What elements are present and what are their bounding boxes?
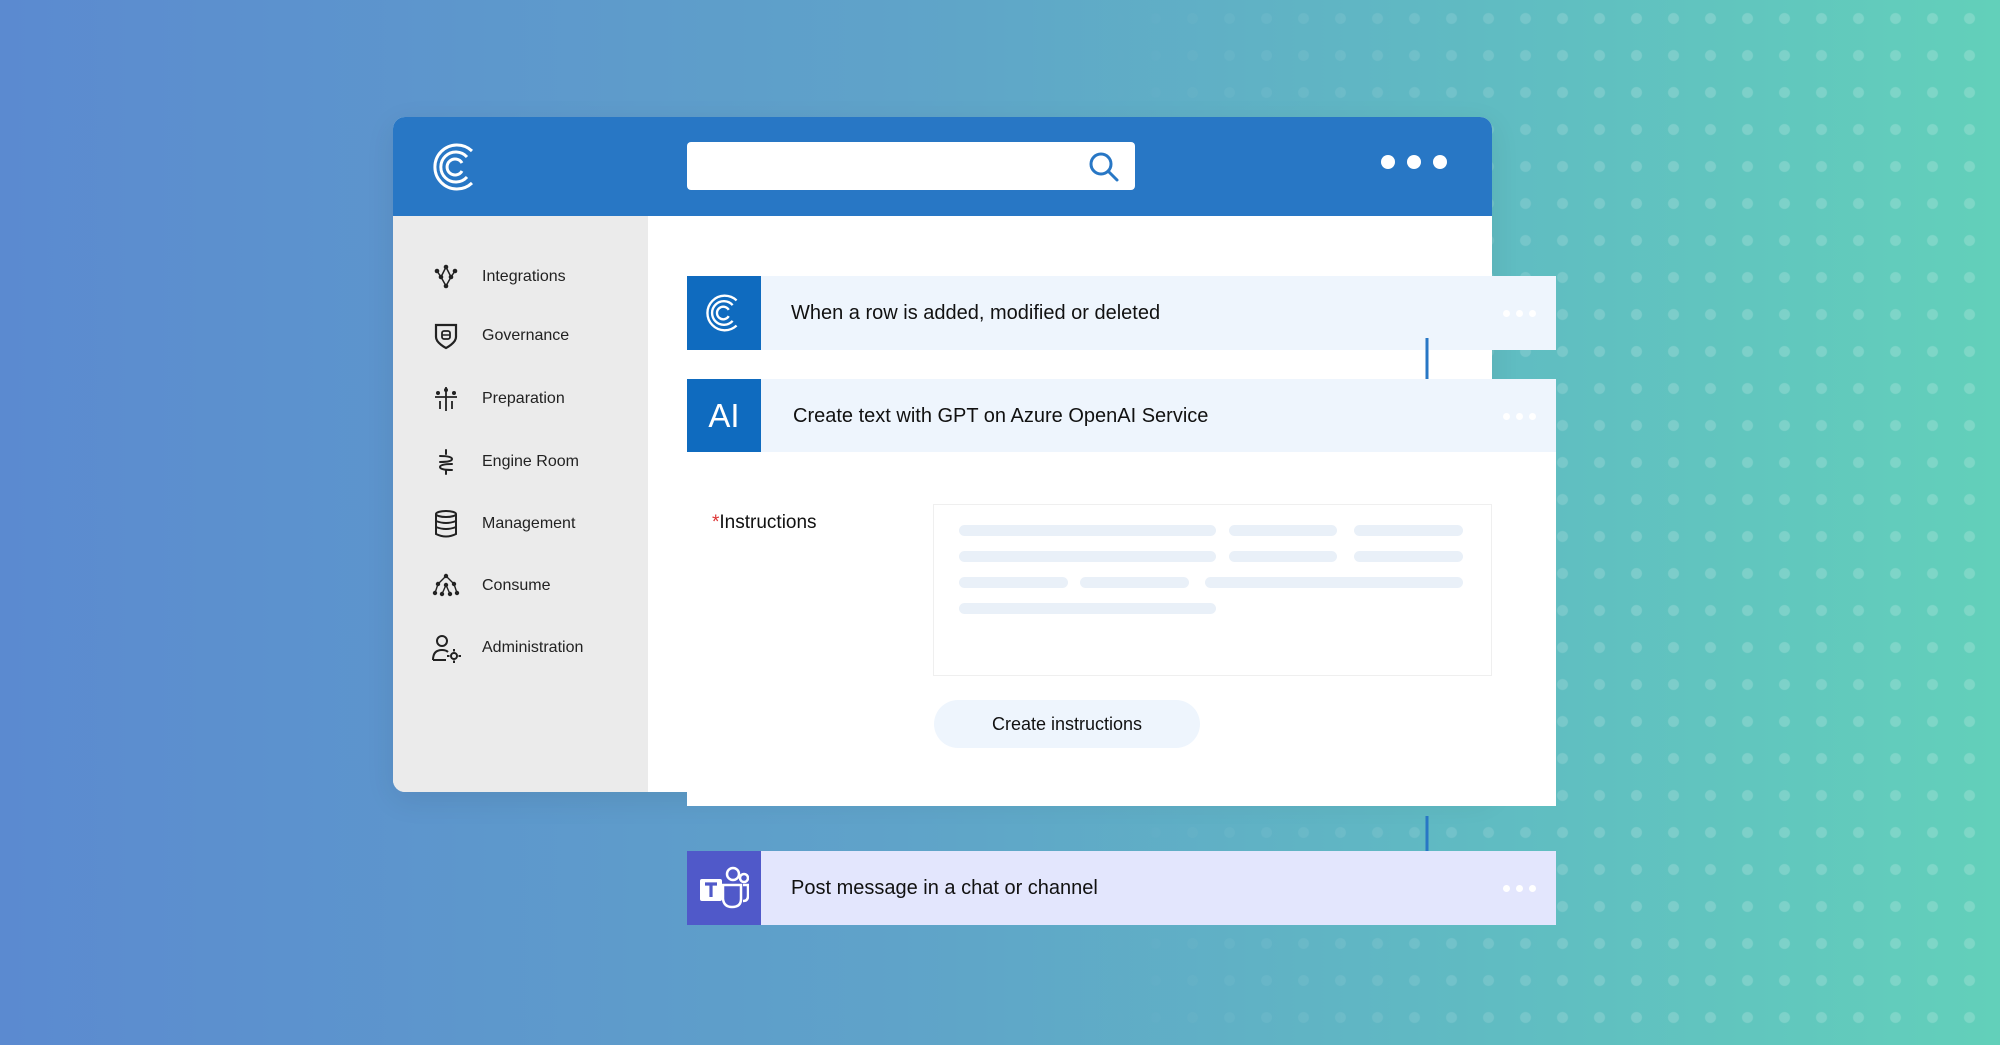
ai-badge: AI <box>687 379 761 453</box>
placeholder-line <box>1354 525 1463 536</box>
instructions-label-text: Instructions <box>719 512 817 533</box>
integrations-icon <box>431 262 461 292</box>
step-menu-button[interactable] <box>1503 413 1536 420</box>
sidebar-item-governance[interactable]: Governance <box>431 319 569 353</box>
top-bar <box>393 117 1492 216</box>
placeholder-line <box>1080 577 1189 588</box>
create-instructions-button[interactable]: Create instructions <box>934 700 1200 748</box>
consume-icon <box>431 571 461 601</box>
placeholder-line <box>959 577 1068 588</box>
placeholder-line <box>959 551 1216 562</box>
c-logo-icon <box>687 276 761 350</box>
sidebar-item-label: Administration <box>482 639 584 656</box>
placeholder-line <box>1205 577 1463 588</box>
sidebar-item-label: Management <box>482 515 576 532</box>
search-input[interactable] <box>687 142 1135 190</box>
dot-icon <box>1407 155 1421 169</box>
sidebar-item-label: Consume <box>482 577 551 594</box>
dot-icon <box>1433 155 1447 169</box>
ai-step-config-panel: *Instructions Create instructions <box>687 452 1556 806</box>
sidebar-item-label: Governance <box>482 327 570 344</box>
search-icon[interactable] <box>1087 150 1121 184</box>
database-icon <box>431 509 461 539</box>
placeholder-line <box>959 525 1216 536</box>
flow-step-teams[interactable]: Post message in a chat or channel <box>687 851 1556 925</box>
placeholder-line <box>959 603 1216 614</box>
flow-step-title: When a row is added, modified or deleted <box>791 301 1161 324</box>
user-settings-icon <box>431 633 461 663</box>
sidebar-item-label: Integrations <box>482 268 566 285</box>
flow-step-title: Create text with GPT on Azure OpenAI Ser… <box>793 404 1209 427</box>
sidebar-item-engine-room[interactable]: Engine Room <box>431 445 579 479</box>
sidebar-item-label: Preparation <box>482 390 565 407</box>
instructions-label: *Instructions <box>712 512 817 534</box>
placeholder-line <box>1229 525 1337 536</box>
more-options-button[interactable] <box>1381 155 1447 169</box>
sidebar-item-integrations[interactable]: Integrations <box>431 260 566 294</box>
flow-step-title: Post message in a chat or channel <box>791 876 1098 899</box>
preparation-icon <box>431 384 461 414</box>
engine-room-icon <box>431 447 461 477</box>
placeholder-line <box>1229 551 1337 562</box>
sidebar-item-administration[interactable]: Administration <box>431 631 583 665</box>
sidebar-item-consume[interactable]: Consume <box>431 569 550 603</box>
flow-step-ai[interactable]: AI Create text with GPT on Azure OpenAI … <box>687 379 1556 453</box>
sidebar: Integrations Governance Preparation Engi… <box>393 216 648 792</box>
placeholder-line <box>1354 551 1463 562</box>
app-logo-icon <box>433 143 474 191</box>
sidebar-item-label: Engine Room <box>482 453 579 470</box>
instructions-textarea[interactable] <box>933 504 1492 676</box>
shield-icon <box>431 321 461 351</box>
step-menu-button[interactable] <box>1503 885 1536 892</box>
step-menu-button[interactable] <box>1503 310 1536 317</box>
teams-icon <box>687 851 761 925</box>
sidebar-item-management[interactable]: Management <box>431 507 575 541</box>
sidebar-item-preparation[interactable]: Preparation <box>431 382 565 416</box>
dot-icon <box>1381 155 1395 169</box>
